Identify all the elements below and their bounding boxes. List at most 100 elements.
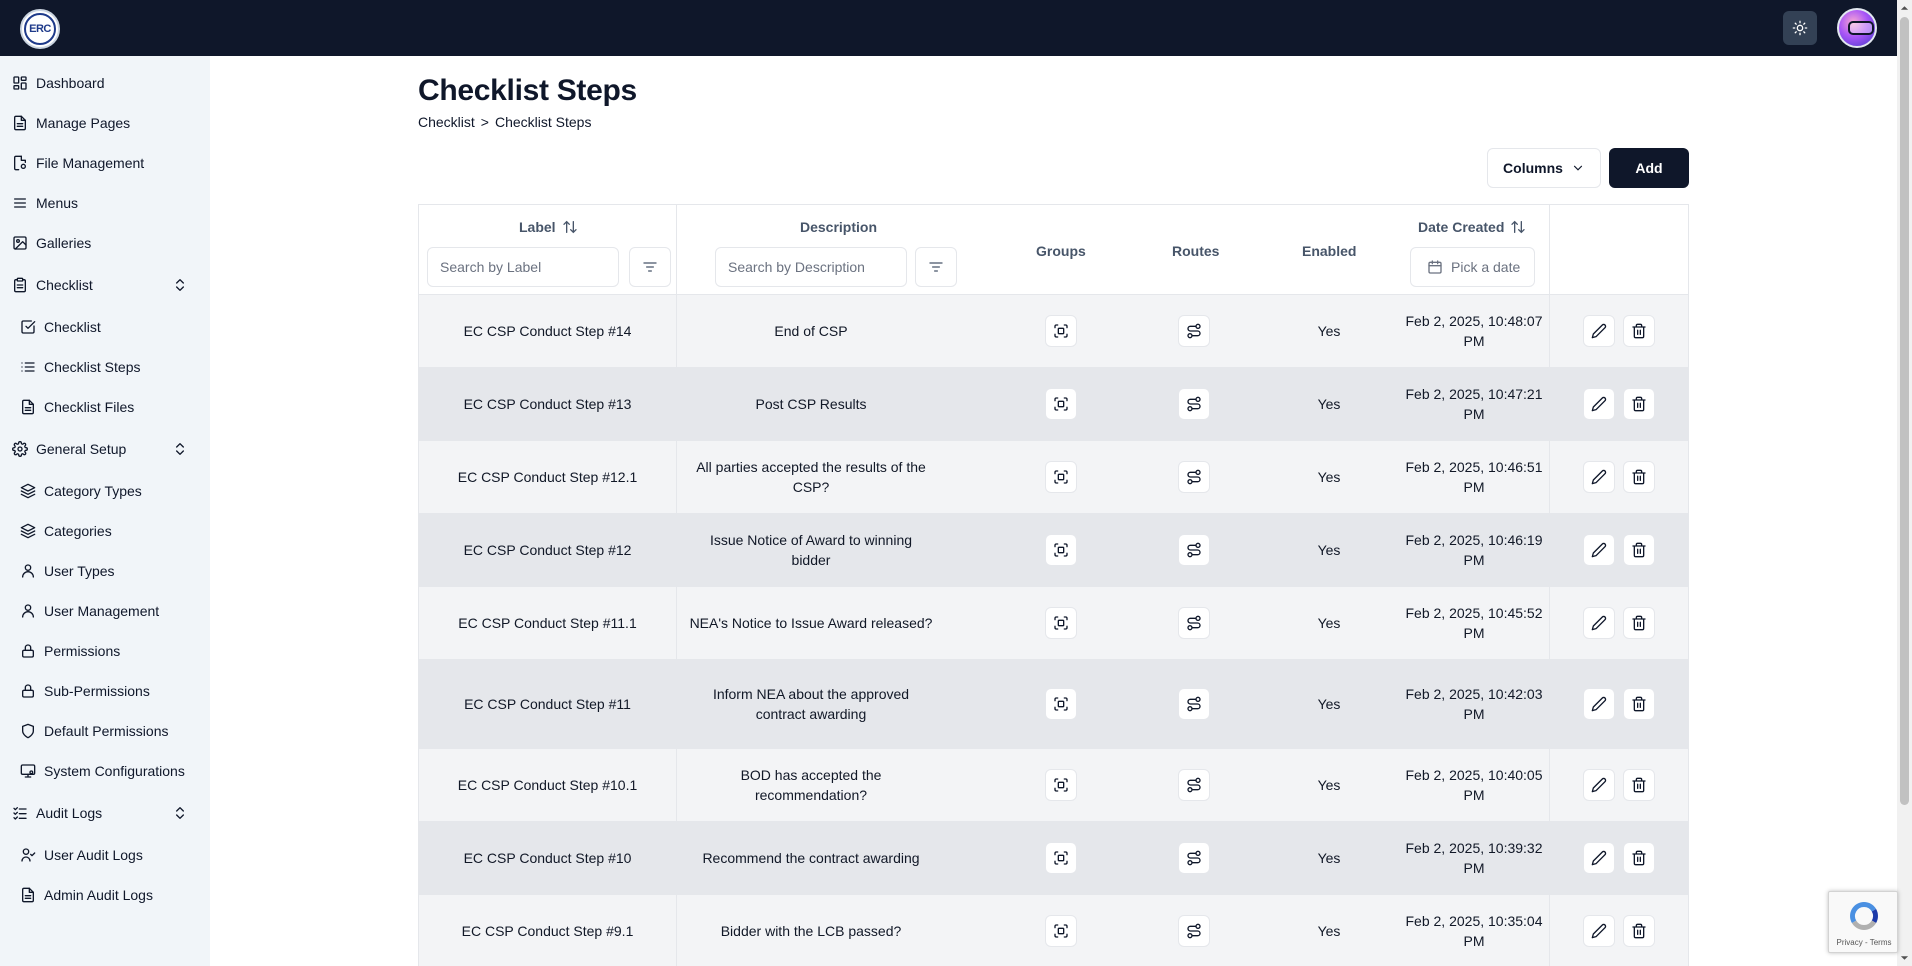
sidebar-item-user-types[interactable]: User Types bbox=[0, 555, 210, 587]
table-row[interactable]: EC CSP Conduct Step #12.1 All parties ac… bbox=[419, 441, 1688, 514]
delete-button[interactable] bbox=[1623, 688, 1655, 720]
edit-button[interactable] bbox=[1583, 915, 1615, 947]
groups-button[interactable] bbox=[1045, 461, 1077, 493]
delete-button[interactable] bbox=[1623, 461, 1655, 493]
edit-button[interactable] bbox=[1583, 688, 1615, 720]
date-created-column-header[interactable]: Date Created bbox=[1418, 219, 1526, 235]
expand-toggle[interactable] bbox=[172, 277, 188, 293]
groups-button[interactable] bbox=[1045, 315, 1077, 347]
theme-toggle-button[interactable] bbox=[1783, 11, 1817, 45]
table-row[interactable]: EC CSP Conduct Step #9.1 Bidder with the… bbox=[419, 895, 1688, 966]
description-filter-button[interactable] bbox=[915, 247, 957, 287]
routes-button[interactable] bbox=[1178, 769, 1210, 801]
sidebar-item-menus[interactable]: Menus bbox=[0, 187, 210, 219]
date-created-column-title: Date Created bbox=[1418, 219, 1505, 235]
routes-button[interactable] bbox=[1178, 388, 1210, 420]
sidebar-item-file-management[interactable]: File Management bbox=[0, 147, 210, 179]
edit-button[interactable] bbox=[1583, 388, 1615, 420]
sidebar-item-label: Checklist Steps bbox=[44, 359, 141, 375]
sidebar-item-checklist[interactable]: Checklist bbox=[0, 269, 210, 301]
routes-button[interactable] bbox=[1178, 607, 1210, 639]
sidebar-item-permissions[interactable]: Permissions bbox=[0, 635, 210, 667]
delete-button[interactable] bbox=[1623, 534, 1655, 566]
delete-button[interactable] bbox=[1623, 388, 1655, 420]
page-scrollbar[interactable] bbox=[1897, 0, 1912, 966]
expand-toggle[interactable] bbox=[172, 805, 188, 821]
routes-button[interactable] bbox=[1178, 915, 1210, 947]
delete-button[interactable] bbox=[1623, 769, 1655, 801]
routes-button[interactable] bbox=[1178, 842, 1210, 874]
groups-button[interactable] bbox=[1045, 915, 1077, 947]
table-row[interactable]: EC CSP Conduct Step #11 Inform NEA about… bbox=[419, 660, 1688, 749]
route-icon bbox=[1187, 850, 1201, 866]
sidebar-item-general-setup[interactable]: General Setup bbox=[0, 433, 210, 465]
recaptcha-links[interactable]: Privacy - Terms bbox=[1829, 938, 1899, 947]
description-cell: Post CSP Results bbox=[755, 396, 867, 412]
expand-toggle[interactable] bbox=[172, 441, 188, 457]
user-avatar[interactable] bbox=[1837, 8, 1877, 48]
sidebar-item-audit-logs[interactable]: Audit Logs bbox=[0, 797, 210, 829]
groups-button[interactable] bbox=[1045, 534, 1077, 566]
sidebar-item-checklist-steps[interactable]: Checklist Steps bbox=[0, 351, 210, 383]
groups-button[interactable] bbox=[1045, 842, 1077, 874]
sidebar-item-user-management[interactable]: User Management bbox=[0, 595, 210, 627]
monitor-cog-icon-wrapper bbox=[20, 763, 36, 779]
sidebar-item-checklist-page[interactable]: Checklist bbox=[0, 311, 210, 343]
sidebar-item-categories[interactable]: Categories bbox=[0, 515, 210, 547]
search-label-input[interactable] bbox=[440, 259, 618, 275]
sidebar-item-galleries[interactable]: Galleries bbox=[0, 227, 210, 259]
sidebar-item-category-types[interactable]: Category Types bbox=[0, 475, 210, 507]
checkbox-icon-wrapper bbox=[20, 319, 36, 335]
routes-cell bbox=[1139, 822, 1249, 894]
scrollbar-thumb[interactable] bbox=[1900, 17, 1909, 805]
routes-button[interactable] bbox=[1178, 461, 1210, 493]
sidebar-item-manage-pages[interactable]: Manage Pages bbox=[0, 107, 210, 139]
label-column-header[interactable]: Label bbox=[519, 219, 578, 235]
scroll-down-icon[interactable] bbox=[1900, 953, 1909, 963]
edit-button[interactable] bbox=[1583, 534, 1615, 566]
delete-button[interactable] bbox=[1623, 607, 1655, 639]
table-row[interactable]: EC CSP Conduct Step #11.1 NEA's Notice t… bbox=[419, 587, 1688, 660]
table-row[interactable]: EC CSP Conduct Step #12 Issue Notice of … bbox=[419, 514, 1688, 587]
table-row[interactable]: EC CSP Conduct Step #10.1 BOD has accept… bbox=[419, 749, 1688, 822]
edit-button[interactable] bbox=[1583, 842, 1615, 874]
table-row[interactable]: EC CSP Conduct Step #10 Recommend the co… bbox=[419, 822, 1688, 895]
date-line: PM bbox=[1463, 706, 1485, 722]
table-row[interactable]: EC CSP Conduct Step #13 Post CSP Results… bbox=[419, 368, 1688, 441]
breadcrumb-checklist[interactable]: Checklist bbox=[418, 114, 475, 130]
layers-icon bbox=[20, 483, 36, 499]
row-actions bbox=[1583, 295, 1655, 367]
groups-button[interactable] bbox=[1045, 769, 1077, 801]
edit-button[interactable] bbox=[1583, 607, 1615, 639]
delete-button[interactable] bbox=[1623, 315, 1655, 347]
routes-button[interactable] bbox=[1178, 688, 1210, 720]
groups-button[interactable] bbox=[1045, 607, 1077, 639]
columns-button[interactable]: Columns bbox=[1487, 148, 1601, 188]
groups-button[interactable] bbox=[1045, 688, 1077, 720]
sidebar-item-checklist-files[interactable]: Checklist Files bbox=[0, 391, 210, 423]
label-filter-button[interactable] bbox=[629, 247, 671, 287]
edit-button[interactable] bbox=[1583, 315, 1615, 347]
edit-button[interactable] bbox=[1583, 461, 1615, 493]
sidebar-item-sub-permissions[interactable]: Sub-Permissions bbox=[0, 675, 210, 707]
sidebar-item-user-audit-logs[interactable]: User Audit Logs bbox=[0, 839, 210, 871]
recaptcha-badge[interactable]: Privacy - Terms bbox=[1828, 891, 1898, 953]
groups-button[interactable] bbox=[1045, 388, 1077, 420]
delete-button[interactable] bbox=[1623, 842, 1655, 874]
label-cell: EC CSP Conduct Step #10.1 bbox=[457, 777, 638, 793]
sidebar-item-dashboard[interactable]: Dashboard bbox=[0, 67, 210, 99]
scroll-up-icon[interactable] bbox=[1900, 3, 1909, 13]
sidebar-item-admin-audit-logs[interactable]: Admin Audit Logs bbox=[0, 879, 210, 911]
add-button[interactable]: Add bbox=[1609, 148, 1689, 188]
table-row[interactable]: EC CSP Conduct Step #14 End of CSP Yes F… bbox=[419, 295, 1688, 368]
edit-button[interactable] bbox=[1583, 769, 1615, 801]
enabled-cell: Yes bbox=[1317, 777, 1341, 793]
delete-button[interactable] bbox=[1623, 915, 1655, 947]
search-description-input[interactable] bbox=[728, 259, 906, 275]
erc-logo[interactable]: ERC bbox=[20, 9, 60, 49]
sidebar-item-system-configurations[interactable]: System Configurations bbox=[0, 755, 210, 787]
pick-date-button[interactable]: Pick a date bbox=[1410, 247, 1535, 287]
routes-button[interactable] bbox=[1178, 315, 1210, 347]
sidebar-item-default-permissions[interactable]: Default Permissions bbox=[0, 715, 210, 747]
routes-button[interactable] bbox=[1178, 534, 1210, 566]
